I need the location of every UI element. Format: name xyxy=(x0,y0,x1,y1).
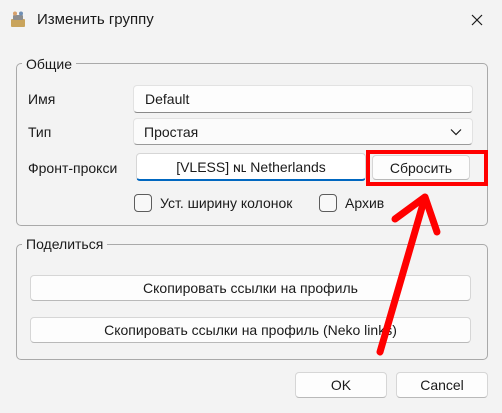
column-width-checkbox[interactable] xyxy=(134,194,152,212)
type-select-value: Простая xyxy=(144,123,199,140)
close-button[interactable] xyxy=(462,6,492,34)
cancel-button-label: Cancel xyxy=(420,377,464,393)
cancel-button[interactable]: Cancel xyxy=(396,372,488,398)
ok-button-label: OK xyxy=(330,377,352,393)
annotation-highlight-box xyxy=(366,150,488,186)
chevron-down-icon xyxy=(450,128,462,135)
copy-neko-links-button[interactable]: Скопировать ссылки на профиль (Neko link… xyxy=(30,317,471,343)
column-width-label: Уст. ширину колонок xyxy=(160,195,293,211)
archive-checkbox[interactable] xyxy=(319,194,337,212)
window-title: Изменить группу xyxy=(37,11,154,28)
name-input-value: Default xyxy=(145,91,190,107)
archive-label: Архив xyxy=(345,195,385,211)
name-label: Имя xyxy=(28,91,56,107)
general-group-legend: Общие xyxy=(22,56,77,72)
front-proxy-value: [VLESS] ɴʟ Netherlands xyxy=(176,158,326,175)
front-proxy-button[interactable]: [VLESS] ɴʟ Netherlands xyxy=(136,153,366,181)
close-icon xyxy=(471,14,483,26)
share-group-legend: Поделиться xyxy=(22,236,108,252)
app-icon xyxy=(11,11,25,27)
type-select[interactable]: Простая xyxy=(133,118,473,145)
copy-links-button[interactable]: Скопировать ссылки на профиль xyxy=(30,275,471,301)
copy-neko-links-button-label: Скопировать ссылки на профиль (Neko link… xyxy=(104,322,397,338)
copy-links-button-label: Скопировать ссылки на профиль xyxy=(143,280,358,296)
name-input[interactable]: Default xyxy=(133,85,473,113)
front-proxy-label: Фронт-прокси xyxy=(28,160,118,176)
type-label: Тип xyxy=(28,124,52,140)
ok-button[interactable]: OK xyxy=(295,372,387,398)
title-bar: Изменить группу xyxy=(0,0,502,40)
